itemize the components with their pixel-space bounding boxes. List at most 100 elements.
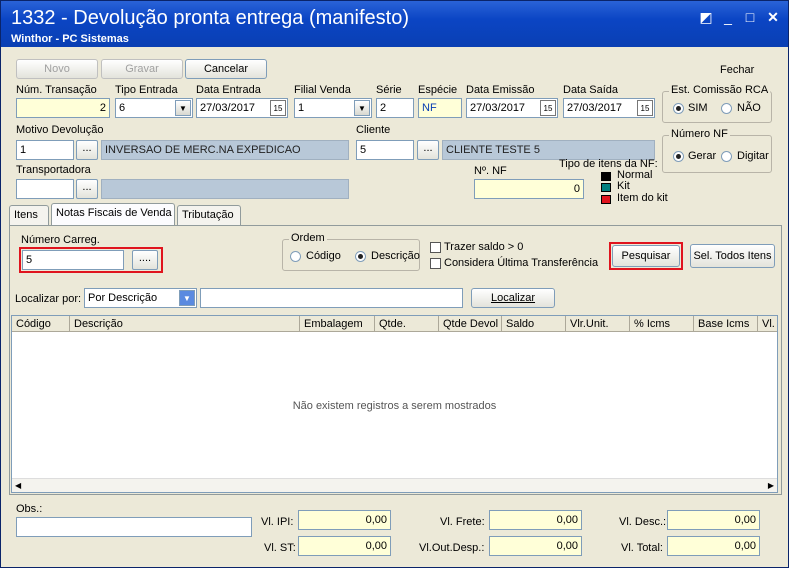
- scroll-left-icon[interactable]: ◀: [15, 481, 21, 490]
- num-nf-field[interactable]: 0: [474, 179, 584, 199]
- numero-carreg-lookup-button[interactable]: ....: [132, 250, 158, 270]
- chevron-down-icon[interactable]: ▼: [354, 100, 370, 116]
- vl-frete-label: Vl. Frete:: [440, 516, 485, 528]
- especie-field[interactable]: NF: [418, 98, 462, 118]
- grid-header: Código Descrição Embalagem Qtde. Qtde De…: [12, 316, 777, 332]
- vl-out-field[interactable]: 0,00: [489, 536, 582, 556]
- data-entrada-value: 27/03/2017: [200, 102, 256, 114]
- close-icon[interactable]: ✕: [765, 9, 781, 25]
- localizar-button[interactable]: Localizar: [471, 288, 555, 308]
- motivo-lookup-button[interactable]: ...: [76, 140, 98, 160]
- comissao-sim-radio[interactable]: [673, 103, 684, 114]
- chevron-down-icon[interactable]: ▼: [175, 100, 191, 116]
- num-transacao-field[interactable]: 2: [16, 98, 110, 118]
- kit-label: Kit: [617, 180, 630, 192]
- transportadora-code-field[interactable]: [16, 179, 74, 199]
- transportadora-desc-field: [101, 179, 349, 199]
- ordem-codigo-label: Código: [306, 250, 341, 262]
- col-codigo[interactable]: Código: [12, 316, 70, 332]
- data-saida-field[interactable]: 27/03/2017 15: [563, 98, 655, 118]
- tab-itens[interactable]: Itens: [9, 205, 49, 225]
- vl-total-field[interactable]: 0,00: [667, 536, 760, 556]
- numero-carreg-field[interactable]: 5: [22, 250, 124, 270]
- maximize-icon[interactable]: □: [742, 9, 758, 25]
- minimize-icon[interactable]: _: [720, 9, 736, 25]
- considera-checkbox[interactable]: [430, 258, 441, 269]
- data-emissao-field[interactable]: 27/03/2017 15: [466, 98, 558, 118]
- vl-ipi-label: Vl. IPI:: [261, 516, 294, 528]
- vl-st-field[interactable]: 0,00: [298, 536, 391, 556]
- numero-carreg-label: Número Carreg.: [21, 234, 100, 246]
- sel-todos-button[interactable]: Sel. Todos Itens: [690, 244, 775, 268]
- pesquisar-button[interactable]: Pesquisar: [612, 245, 680, 267]
- help-icon[interactable]: ◩: [698, 9, 714, 25]
- col-qtde-devol[interactable]: Qtde Devol: [439, 316, 502, 332]
- obs-field[interactable]: [16, 517, 252, 537]
- vl-desc-field[interactable]: 0,00: [667, 510, 760, 530]
- col-vlr-unit[interactable]: Vlr.Unit.: [566, 316, 630, 332]
- chevron-down-icon[interactable]: ▼: [179, 290, 195, 306]
- filial-venda-select[interactable]: 1 ▼: [294, 98, 372, 118]
- localizar-select[interactable]: Por Descrição ▼: [84, 288, 197, 308]
- ordem-group: Ordem Código Descrição: [282, 232, 420, 271]
- vl-ipi-field[interactable]: 0,00: [298, 510, 391, 530]
- cliente-lookup-button[interactable]: ...: [417, 140, 439, 160]
- col-base-icms[interactable]: Base Icms: [694, 316, 758, 332]
- title-bar: 1332 - Devolução pronta entrega (manifes…: [1, 1, 788, 47]
- localizar-input[interactable]: [200, 288, 463, 308]
- col-vl[interactable]: Vl.: [758, 316, 779, 332]
- tipo-entrada-label: Tipo Entrada: [115, 84, 178, 96]
- num-transacao-label: Núm. Transação: [16, 84, 97, 96]
- gravar-button[interactable]: Gravar: [101, 59, 183, 79]
- numero-nf-digitar-label: Digitar: [737, 150, 769, 162]
- numero-nf-title: Número NF: [669, 128, 730, 140]
- vl-frete-field[interactable]: 0,00: [489, 510, 582, 530]
- localizar-por-label: Localizar por:: [15, 293, 82, 305]
- tab-notas-fiscais[interactable]: Notas Fiscais de Venda: [51, 203, 175, 226]
- col-icms[interactable]: % Icms: [630, 316, 694, 332]
- serie-label: Série: [376, 84, 402, 96]
- cancelar-button[interactable]: Cancelar: [185, 59, 267, 79]
- numero-nf-gerar-radio[interactable]: [673, 151, 684, 162]
- calendar-icon[interactable]: 15: [637, 100, 653, 116]
- ordem-codigo-radio[interactable]: [290, 251, 301, 262]
- novo-button[interactable]: Novo: [16, 59, 98, 79]
- transportadora-label: Transportadora: [16, 164, 91, 176]
- ordem-title: Ordem: [289, 232, 327, 244]
- comissao-nao-radio[interactable]: [721, 103, 732, 114]
- empty-message: Não existem registros a serem mostrados: [292, 400, 497, 412]
- ordem-descricao-radio[interactable]: [355, 251, 366, 262]
- trazer-saldo-label: Trazer saldo > 0: [444, 241, 524, 253]
- transportadora-lookup-button[interactable]: ...: [76, 179, 98, 199]
- data-entrada-field[interactable]: 27/03/2017 15: [196, 98, 288, 118]
- horizontal-scrollbar[interactable]: ◀ ▶: [12, 478, 777, 492]
- calendar-icon[interactable]: 15: [270, 100, 286, 116]
- numero-nf-gerar-label: Gerar: [688, 150, 717, 162]
- motivo-code-field[interactable]: 1: [16, 140, 74, 160]
- especie-label: Espécie: [418, 84, 458, 96]
- data-entrada-label: Data Entrada: [196, 84, 261, 96]
- col-descricao[interactable]: Descrição: [70, 316, 300, 332]
- normal-swatch: [601, 172, 611, 181]
- data-saida-value: 27/03/2017: [567, 102, 623, 114]
- vl-out-label: Vl.Out.Desp.:: [419, 542, 485, 554]
- items-grid[interactable]: Código Descrição Embalagem Qtde. Qtde De…: [11, 315, 778, 493]
- vl-desc-label: Vl. Desc.:: [619, 516, 667, 528]
- numero-nf-digitar-radio[interactable]: [721, 151, 732, 162]
- calendar-icon[interactable]: 15: [540, 100, 556, 116]
- col-saldo[interactable]: Saldo: [502, 316, 566, 332]
- fechar-button[interactable]: Fechar: [720, 64, 754, 76]
- scroll-right-icon[interactable]: ▶: [768, 481, 774, 490]
- ordem-descricao-label: Descrição: [371, 250, 420, 262]
- window-title: 1332 - Devolução pronta entrega (manifes…: [11, 7, 410, 29]
- tipo-entrada-value: 6: [119, 102, 126, 114]
- filial-venda-value: 1: [298, 102, 305, 114]
- serie-field[interactable]: 2: [376, 98, 414, 118]
- item-kit-label: Item do kit: [617, 192, 668, 204]
- cliente-code-field[interactable]: 5: [356, 140, 414, 160]
- tab-tributacao[interactable]: Tributação: [177, 205, 241, 225]
- col-qtde[interactable]: Qtde.: [375, 316, 439, 332]
- col-embalagem[interactable]: Embalagem: [300, 316, 375, 332]
- trazer-saldo-checkbox[interactable]: [430, 242, 441, 253]
- tipo-entrada-select[interactable]: 6 ▼: [115, 98, 193, 118]
